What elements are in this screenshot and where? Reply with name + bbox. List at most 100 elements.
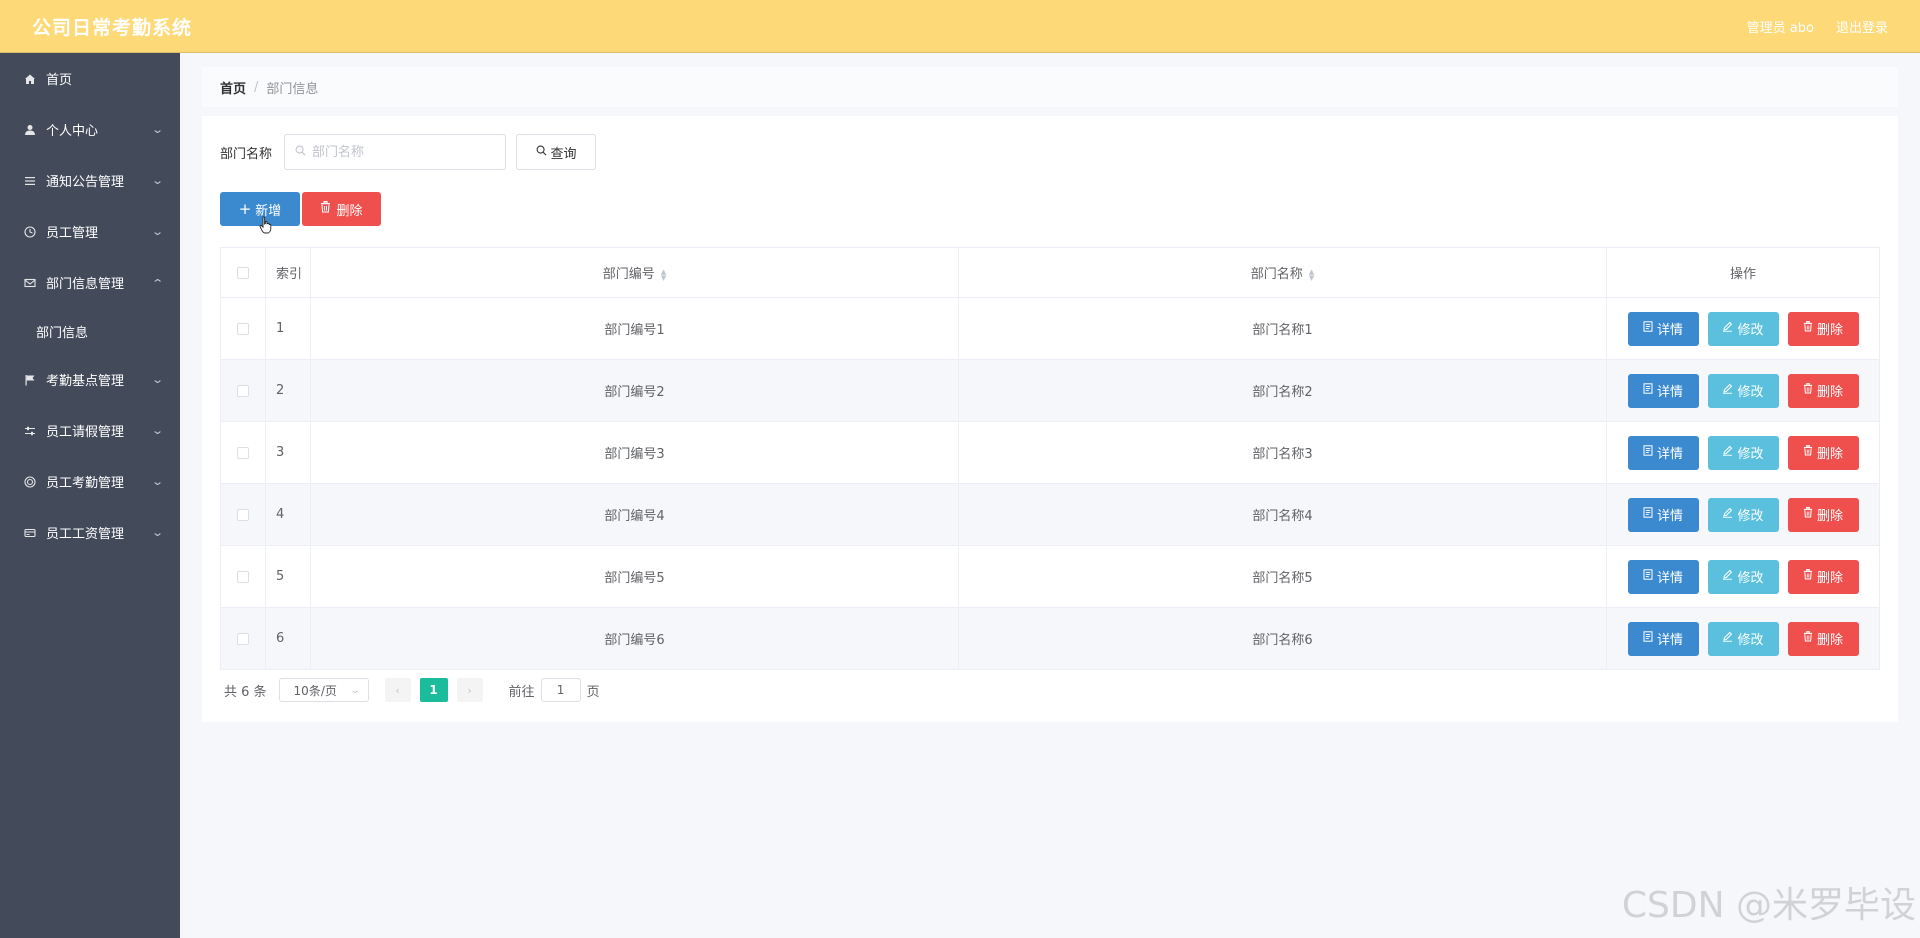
delete-button[interactable]: 删除 bbox=[1787, 559, 1859, 594]
prev-page-button[interactable]: ‹ bbox=[384, 678, 411, 702]
delete-button[interactable]: 删除 bbox=[1787, 435, 1859, 470]
sidebar-item-personal-center[interactable]: 个人中心 ⌄ bbox=[0, 104, 180, 155]
home-icon bbox=[22, 73, 38, 85]
header-code[interactable]: 部门编号 ▲ ▼ bbox=[310, 247, 959, 298]
detail-button-label: 详情 bbox=[1656, 509, 1683, 524]
edit-button[interactable]: 修改 bbox=[1707, 621, 1779, 656]
table-row: 5 部门编号5 部门名称5 详情 修改 删除 bbox=[220, 545, 1880, 608]
sidebar-subitem-department-info[interactable]: 部门信息 bbox=[0, 308, 180, 354]
pencil-icon bbox=[1722, 321, 1733, 336]
edit-button[interactable]: 修改 bbox=[1707, 559, 1779, 594]
delete-button[interactable]: 删除 bbox=[1787, 373, 1859, 408]
edit-button[interactable]: 修改 bbox=[1707, 373, 1779, 408]
delete-button[interactable]: 删除 bbox=[1787, 311, 1859, 346]
search-field[interactable] bbox=[284, 134, 507, 170]
row-ops: 详情 修改 删除 bbox=[1606, 545, 1880, 608]
chevron-up-icon: ⌄ bbox=[150, 276, 164, 289]
sidebar-item-label: 首页 bbox=[46, 73, 73, 88]
list-icon bbox=[22, 175, 38, 187]
target-icon bbox=[22, 475, 38, 488]
breadcrumb-separator: / bbox=[254, 79, 259, 95]
sidebar-item-label: 部门信息管理 bbox=[46, 277, 125, 292]
sort-icon[interactable]: ▲ ▼ bbox=[1309, 268, 1314, 281]
sliders-icon bbox=[22, 425, 38, 437]
header-ops: 操作 bbox=[1606, 247, 1880, 298]
row-checkbox[interactable] bbox=[237, 632, 249, 645]
row-name: 部门名称3 bbox=[958, 421, 1607, 484]
sidebar-item-attendance[interactable]: 员工考勤管理 ⌄ bbox=[0, 456, 180, 507]
query-button[interactable]: 查询 bbox=[516, 134, 597, 170]
page-number-current[interactable]: 1 bbox=[419, 678, 448, 702]
select-all-checkbox[interactable] bbox=[237, 266, 249, 279]
row-name: 部门名称4 bbox=[958, 483, 1607, 546]
row-name: 部门名称2 bbox=[958, 359, 1607, 422]
row-code: 部门编号4 bbox=[310, 483, 959, 546]
trash-icon bbox=[1803, 321, 1813, 336]
row-ops: 详情 修改 删除 bbox=[1606, 359, 1880, 422]
breadcrumb: 首页 / 部门信息 bbox=[202, 67, 1898, 107]
edit-button-label: 修改 bbox=[1737, 323, 1764, 338]
detail-button[interactable]: 详情 bbox=[1627, 311, 1699, 346]
edit-button[interactable]: 修改 bbox=[1707, 311, 1779, 346]
sidebar-item-attendance-point[interactable]: 考勤基点管理 ⌄ bbox=[0, 354, 180, 405]
header-name[interactable]: 部门名称 ▲ ▼ bbox=[958, 247, 1607, 298]
search-input[interactable] bbox=[312, 144, 493, 160]
document-icon bbox=[1643, 445, 1653, 460]
search-icon bbox=[295, 145, 306, 159]
row-actions: 详情 修改 删除 bbox=[1607, 435, 1879, 470]
row-code: 部门编号3 bbox=[310, 421, 959, 484]
watermark: CSDN @米罗毕设 bbox=[1621, 885, 1916, 926]
page-size-select[interactable]: 10条/页 ⌄ bbox=[278, 678, 369, 702]
sort-icon[interactable]: ▲ ▼ bbox=[661, 268, 666, 281]
goto-suffix: 页 bbox=[586, 684, 600, 700]
detail-button[interactable]: 详情 bbox=[1627, 373, 1699, 408]
sidebar-item-salary[interactable]: 员工工资管理 ⌄ bbox=[0, 507, 180, 558]
row-checkbox[interactable] bbox=[237, 446, 249, 459]
row-ops: 详情 修改 删除 bbox=[1606, 607, 1880, 670]
delete-button[interactable]: 删除 bbox=[1787, 497, 1859, 532]
row-checkbox[interactable] bbox=[237, 384, 249, 397]
sidebar-item-notice[interactable]: 通知公告管理 ⌄ bbox=[0, 155, 180, 206]
detail-button-label: 详情 bbox=[1656, 571, 1683, 586]
detail-button-label: 详情 bbox=[1656, 385, 1683, 400]
sidebar-item-employee[interactable]: 员工管理 ⌄ bbox=[0, 206, 180, 257]
sidebar-item-label: 个人中心 bbox=[46, 124, 99, 139]
edit-button[interactable]: 修改 bbox=[1707, 497, 1779, 532]
chevron-down-icon: ⌄ bbox=[150, 424, 164, 437]
main-content: 首页 / 部门信息 部门名称 查询 + 新增 bbox=[180, 53, 1920, 938]
delete-button-label: 删除 bbox=[1816, 447, 1843, 462]
header-code-label: 部门编号 bbox=[602, 267, 655, 282]
chevron-down-icon: ⌄ bbox=[150, 373, 164, 386]
header-name-label: 部门名称 bbox=[1250, 267, 1303, 282]
row-actions: 详情 修改 删除 bbox=[1607, 497, 1879, 532]
chevron-down-icon: ⌄ bbox=[150, 123, 164, 136]
logout-link[interactable]: 退出登录 bbox=[1836, 17, 1888, 36]
goto-page-input[interactable]: 1 bbox=[540, 678, 581, 702]
document-icon bbox=[1643, 507, 1653, 522]
trash-icon bbox=[1803, 631, 1813, 646]
sidebar-item-department[interactable]: 部门信息管理 ⌄ bbox=[0, 257, 180, 308]
chevron-down-icon: ⌄ bbox=[150, 174, 164, 187]
card-icon bbox=[22, 527, 38, 539]
detail-button[interactable]: 详情 bbox=[1627, 621, 1699, 656]
sidebar-item-label: 员工管理 bbox=[46, 226, 99, 241]
table-row: 1 部门编号1 部门名称1 详情 修改 删除 bbox=[220, 297, 1880, 360]
row-checkbox[interactable] bbox=[237, 322, 249, 335]
delete-button[interactable]: 删除 bbox=[1787, 621, 1859, 656]
goto-label: 前往 bbox=[508, 684, 535, 700]
breadcrumb-home[interactable]: 首页 bbox=[220, 78, 246, 97]
sidebar-item-leave[interactable]: 员工请假管理 ⌄ bbox=[0, 405, 180, 456]
next-page-button[interactable]: › bbox=[456, 678, 483, 702]
detail-button[interactable]: 详情 bbox=[1627, 559, 1699, 594]
row-code: 部门编号1 bbox=[310, 297, 959, 360]
detail-button[interactable]: 详情 bbox=[1627, 435, 1699, 470]
sidebar-item-home[interactable]: 首页 bbox=[0, 53, 180, 104]
row-checkbox[interactable] bbox=[237, 570, 249, 583]
edit-button[interactable]: 修改 bbox=[1707, 435, 1779, 470]
row-index: 1 bbox=[265, 297, 311, 360]
detail-button[interactable]: 详情 bbox=[1627, 497, 1699, 532]
row-checkbox[interactable] bbox=[237, 508, 249, 521]
search-row: 部门名称 查询 bbox=[220, 134, 597, 170]
batch-delete-button[interactable]: 删除 bbox=[302, 192, 381, 226]
edit-button-label: 修改 bbox=[1737, 509, 1764, 524]
